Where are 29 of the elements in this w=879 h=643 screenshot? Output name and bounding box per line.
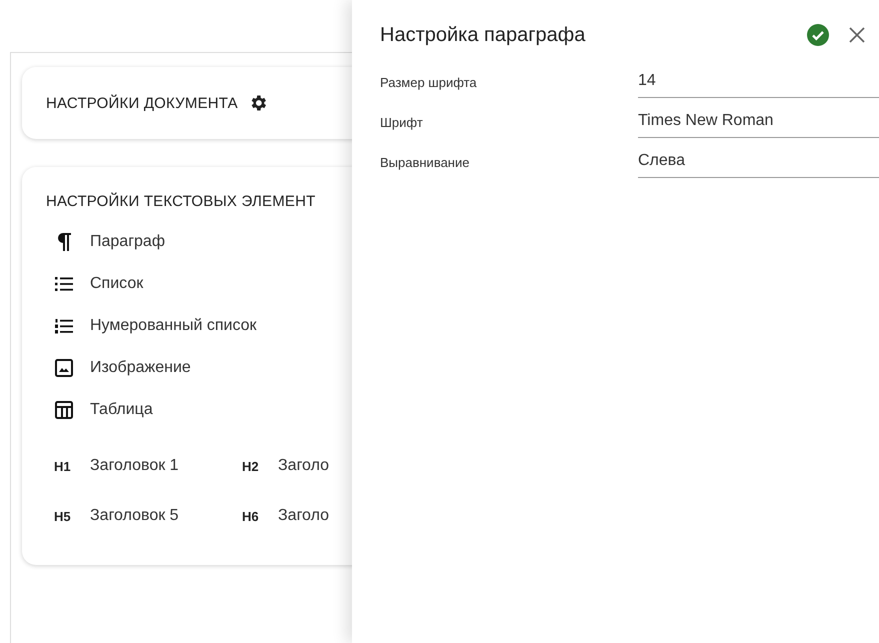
field-label: Размер шрифта — [380, 75, 478, 92]
input-field[interactable]: Слева — [638, 152, 879, 178]
table-icon — [55, 401, 73, 419]
input-field[interactable]: Times New Roman — [638, 112, 879, 138]
element-item[interactable]: Изображение — [90, 359, 191, 377]
image-icon — [55, 359, 73, 377]
card-title: НАСТРОЙКИ ТЕКСТОВЫХ ЭЛЕМЕНТ — [46, 193, 316, 210]
pilcrow-icon — [57, 233, 71, 251]
heading-level-icon: H6 — [242, 508, 266, 524]
element-item[interactable]: Нумерованный список — [90, 317, 257, 335]
heading-item[interactable]: Заголовок 1 — [90, 457, 179, 475]
heading-level-icon: H5 — [54, 508, 78, 524]
heading-item[interactable]: Заголо — [278, 457, 330, 475]
element-item[interactable]: Список — [90, 275, 144, 293]
input-field[interactable]: 14 — [638, 72, 879, 98]
card-title: НАСТРОЙКИ ДОКУМЕНТА — [46, 94, 238, 112]
close-button[interactable] — [847, 25, 867, 45]
element-item[interactable]: Таблица — [90, 401, 153, 419]
element-item[interactable]: Параграф — [90, 233, 165, 251]
drawer-title: Настройка параграфа — [380, 24, 586, 46]
field-label: Выравнивание — [380, 155, 470, 172]
list-icon — [55, 277, 73, 291]
confirm-button[interactable] — [807, 24, 829, 46]
heading-item[interactable]: Заголо — [278, 507, 330, 525]
heading-item[interactable]: Заголовок 5 — [90, 507, 179, 525]
numbered-list-icon — [55, 318, 73, 334]
field-label: Шрифт — [380, 115, 424, 132]
heading-level-icon: H2 — [242, 458, 266, 474]
heading-level-icon: H1 — [54, 458, 78, 474]
